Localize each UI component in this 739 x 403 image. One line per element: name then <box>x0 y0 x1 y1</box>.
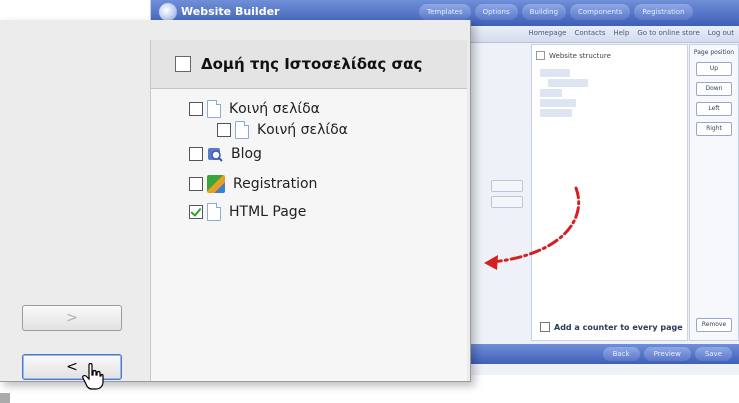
tree-item-label: Κοινή σελίδα <box>257 122 348 138</box>
bg-preview-button[interactable]: Preview <box>643 347 691 361</box>
tree-item-checkbox[interactable] <box>189 102 203 116</box>
bg-add-counter[interactable]: Add a counter to every page <box>540 322 683 332</box>
tree-item-checkbox[interactable] <box>217 123 231 137</box>
tree-item-checkbox[interactable] <box>189 177 203 191</box>
page-icon <box>235 121 249 139</box>
bg-side-button-right[interactable]: Right <box>696 122 732 136</box>
corner-marker <box>0 393 10 403</box>
tree-item-label: Blog <box>231 146 262 162</box>
select-all-checkbox[interactable] <box>175 56 191 72</box>
bg-side-panel: Page position Up Down Left Right Remove <box>689 44 739 341</box>
bg-app-title: Website Builder <box>181 5 280 18</box>
dialog-left-column: > < <box>0 20 150 390</box>
bg-side-label: Page position <box>693 49 735 56</box>
globe-logo-icon <box>159 3 177 21</box>
site-structure-dialog: > < Δομή της Ιστοσελίδας σας Κοινή σελίδ… <box>0 20 471 390</box>
bg-back-button[interactable]: Back <box>602 347 640 361</box>
hand-cursor-icon <box>82 363 104 390</box>
bg-nav-tab[interactable]: Templates <box>419 4 471 20</box>
bg-nav-tab[interactable]: Registration <box>634 4 693 20</box>
bg-nav-tab[interactable]: Components <box>570 4 631 20</box>
bg-save-button[interactable]: Save <box>694 347 732 361</box>
bg-add-counter-label: Add a counter to every page <box>554 322 683 332</box>
bg-side-button-down[interactable]: Down <box>696 82 732 96</box>
tree-item-label: HTML Page <box>229 204 307 220</box>
tree-header-title: Δομή της Ιστοσελίδας σας <box>201 55 423 73</box>
bg-tree-item[interactable] <box>540 99 576 107</box>
bg-tree-item[interactable] <box>548 79 588 87</box>
tree-item-checkbox-checked[interactable] <box>189 205 203 219</box>
red-curved-arrow-icon <box>484 186 581 270</box>
bg-toolbar-item[interactable]: Log out <box>708 29 734 37</box>
bg-side-button-left[interactable]: Left <box>696 102 732 116</box>
bg-toolbar-item[interactable]: Help <box>613 29 629 37</box>
tree-item-common-page[interactable]: Κοινή σελίδα <box>189 98 320 120</box>
page-icon <box>207 100 221 118</box>
bg-panel-checkbox[interactable] <box>536 51 545 60</box>
structure-tree-panel: Δομή της Ιστοσελίδας σας Κοινή σελίδα Κο… <box>150 40 467 381</box>
tree-item-common-page-child[interactable]: Κοινή σελίδα <box>217 119 348 141</box>
next-button[interactable]: > <box>22 305 122 331</box>
bg-side-button-up[interactable]: Up <box>696 62 732 76</box>
tree-item-registration[interactable]: Registration <box>189 173 317 195</box>
bg-toolbar-item[interactable]: Homepage <box>528 29 566 37</box>
tree-item-label: Κοινή σελίδα <box>229 101 320 117</box>
registration-icon <box>207 175 225 193</box>
tree-item-html-page[interactable]: HTML Page <box>189 201 306 223</box>
bg-nav-tab[interactable]: Building <box>521 4 567 20</box>
previous-button[interactable]: < <box>22 354 122 380</box>
bg-toolbar-item[interactable]: Go to online store <box>637 29 699 37</box>
page-icon <box>207 203 221 221</box>
tree-item-checkbox[interactable] <box>189 147 203 161</box>
bg-tree-item[interactable] <box>540 89 562 97</box>
bg-panel-title: Website structure <box>549 51 611 60</box>
tree-header: Δομή της Ιστοσελίδας σας <box>151 40 467 89</box>
bg-toolbar-item[interactable]: Contacts <box>574 29 605 37</box>
bg-remove-button[interactable]: Remove <box>696 318 732 332</box>
bg-nav-tabs: Templates Options Building Components Re… <box>419 4 693 20</box>
bg-tree-item[interactable] <box>540 69 570 77</box>
bg-nav-tab[interactable]: Options <box>474 4 518 20</box>
blog-icon <box>208 148 223 162</box>
bg-add-counter-checkbox[interactable] <box>540 322 550 332</box>
bg-tree-item[interactable] <box>540 109 572 117</box>
tree-item-label: Registration <box>233 176 318 192</box>
bg-panel-header: Website structure <box>536 51 611 60</box>
tree-item-blog[interactable]: Blog <box>189 143 262 165</box>
bg-panel-tree <box>540 67 588 119</box>
